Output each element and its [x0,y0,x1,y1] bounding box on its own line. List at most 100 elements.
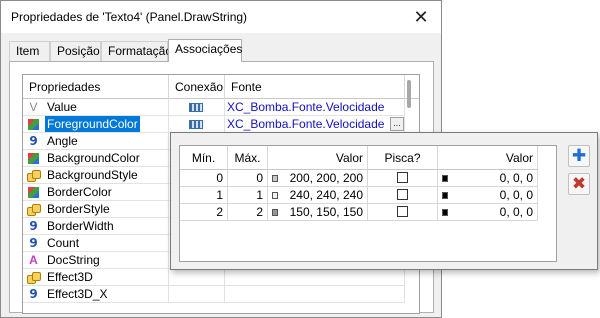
source-cell[interactable]: XC_Bomba.Fonte.Velocidade [225,99,405,116]
header-connection: Conexão [169,75,225,99]
source-link[interactable]: XC_Bomba.Fonte.Velocidade [227,100,384,114]
property-name: BorderStyle [47,202,110,216]
remove-range-button[interactable]: ✖ [568,173,590,195]
value-text: 240, 240, 240 [289,188,363,202]
connection-icon [189,103,203,112]
string-icon: A [29,253,38,267]
color-swatch [442,175,448,182]
ellipsis-button[interactable]: ... [390,117,404,131]
header-source: Fonte [225,75,405,99]
header-max: Máx. [228,146,268,170]
enum-icon [27,204,41,216]
property-row[interactable]: ForegroundColor XC_Bomba.Fonte.Velocidade… [23,116,419,133]
connection-cell[interactable] [169,286,225,303]
property-name: BorderWidth [47,219,114,233]
blink-checkbox[interactable] [397,172,408,183]
tab-associations[interactable]: Associações [168,39,242,62]
property-row[interactable]: Effect3D [23,269,419,286]
ranges-table: Mín. Máx. Valor Pisca? Valor 0 0 200, 200,… [179,145,557,262]
blink-cell[interactable] [368,170,438,187]
property-name: Effect3D_X [47,287,108,301]
property-name-cell[interactable]: 9 BorderWidth [23,218,169,235]
max-cell[interactable]: 0 [228,170,268,187]
enum-icon [27,170,41,182]
property-name: Value [47,100,77,114]
source-cell[interactable] [225,269,405,286]
property-name-cell[interactable]: V Value [23,99,169,116]
tab-formatting[interactable]: Formatação [101,41,172,61]
number-icon: 9 [29,219,38,233]
color-icon [28,119,39,130]
range-row[interactable]: 1 1 240, 240, 240 0, 0, 0 [180,187,556,204]
connection-cell[interactable] [169,116,225,133]
blink-checkbox[interactable] [397,189,408,200]
color-swatch [272,175,278,182]
property-name-cell[interactable]: BackgroundStyle [23,167,169,184]
max-cell[interactable]: 1 [228,187,268,204]
property-name-cell[interactable]: BorderColor [23,184,169,201]
color-swatch [272,192,278,199]
plus-icon: ✚ [571,146,587,165]
grid-header: Propriedades Conexão Fonte [23,75,419,99]
property-name-cell[interactable]: 9 Count [23,235,169,252]
blink-value-cell[interactable]: 0, 0, 0 [438,187,538,204]
blink-cell[interactable] [368,204,438,221]
value-icon: V [29,100,38,114]
number-icon: 9 [29,236,38,250]
property-name-cell[interactable]: 9 Effect3D_X [23,286,169,303]
property-name: ForegroundColor [45,116,140,132]
blink-value-text: 0, 0, 0 [499,171,533,185]
close-icon[interactable]: ✕ [409,5,433,29]
color-swatch [442,209,448,216]
blink-checkbox[interactable] [397,206,408,217]
property-row[interactable]: 9 Effect3D_X [23,286,419,303]
tab-position[interactable]: Posição [50,41,101,61]
header-blink: Pisca? [368,146,438,170]
header-value: Valor [268,146,368,170]
property-name: DocString [47,253,100,267]
property-row[interactable]: V Value XC_Bomba.Fonte.Velocidade [23,99,419,116]
value-text: 200, 200, 200 [289,171,363,185]
source-cell[interactable] [225,286,405,303]
source-cell[interactable]: XC_Bomba.Fonte.Velocidade [225,116,405,133]
add-range-button[interactable]: ✚ [568,145,590,167]
property-name-cell[interactable]: BorderStyle [23,201,169,218]
property-name-cell[interactable]: 9 Angle [23,133,169,150]
blink-cell[interactable] [368,187,438,204]
number-icon: 9 [29,134,38,148]
color-swatch [272,209,278,216]
connection-cell[interactable] [169,269,225,286]
grid-scrollbar-thumb[interactable] [407,80,411,108]
property-name: BackgroundStyle [47,168,138,182]
value-cell[interactable]: 240, 240, 240 [268,187,368,204]
property-name-cell[interactable]: Effect3D [23,269,169,286]
blink-value-cell[interactable]: 0, 0, 0 [438,170,538,187]
header-blink-value: Valor [438,146,538,170]
property-name: Effect3D [47,270,93,284]
max-cell[interactable]: 2 [228,204,268,221]
range-row[interactable]: 0 0 200, 200, 200 0, 0, 0 [180,170,556,187]
value-cell[interactable]: 200, 200, 200 [268,170,368,187]
color-swatch [442,192,448,199]
tab-item[interactable]: Item [9,41,50,61]
connection-icon [189,120,203,129]
source-link[interactable]: XC_Bomba.Fonte.Velocidade [227,117,384,131]
title-bar: Propriedades de 'Texto4' (Panel.DrawStri… [1,1,441,33]
delete-icon: ✖ [571,174,587,193]
min-cell[interactable]: 1 [180,187,228,204]
property-name-cell[interactable]: BackgroundColor [23,150,169,167]
property-name: Count [47,236,80,250]
blink-value-text: 0, 0, 0 [499,205,533,219]
property-name-cell[interactable]: ForegroundColor [23,116,169,133]
range-row[interactable]: 2 2 150, 150, 150 0, 0, 0 [180,204,556,221]
min-cell[interactable]: 2 [180,204,228,221]
color-ranges-popup: Mín. Máx. Valor Pisca? Valor 0 0 200, 200,… [170,132,598,270]
min-cell[interactable]: 0 [180,170,228,187]
property-name: BackgroundColor [47,151,140,165]
number-icon: 9 [29,287,38,301]
connection-cell[interactable] [169,99,225,116]
value-cell[interactable]: 150, 150, 150 [268,204,368,221]
blink-value-cell[interactable]: 0, 0, 0 [438,204,538,221]
property-name: BorderColor [47,185,112,199]
property-name-cell[interactable]: A DocString [23,252,169,269]
